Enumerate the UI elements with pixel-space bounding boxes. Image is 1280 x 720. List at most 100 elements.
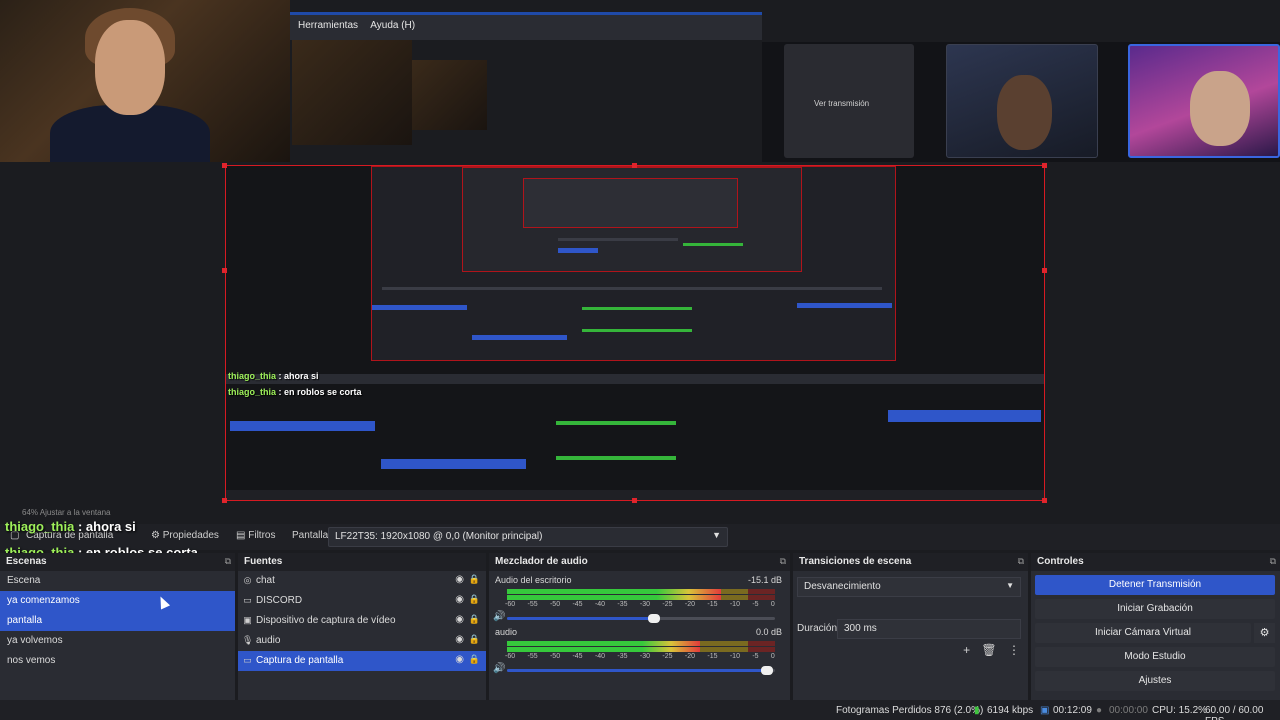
nested-webcam-feed xyxy=(292,40,412,145)
participant-silhouette xyxy=(1190,71,1250,146)
more-menu-icon[interactable]: ⋮ xyxy=(1008,643,1020,657)
slider-knob[interactable] xyxy=(760,666,773,675)
eye-icon[interactable]: ◉ xyxy=(455,634,464,645)
display-label: Pantalla xyxy=(292,530,329,541)
eye-icon[interactable]: ◉ xyxy=(455,654,464,665)
tick-label: -35 xyxy=(617,601,628,608)
eye-icon[interactable]: ◉ xyxy=(455,574,464,585)
stop-stream-button[interactable]: Detener Transmisión xyxy=(1035,575,1275,595)
duration-input[interactable]: 300 ms xyxy=(837,619,1021,639)
tick-label: -25 xyxy=(662,601,673,608)
eye-icon[interactable]: ◉ xyxy=(455,614,464,625)
lock-icon[interactable]: 🔒 xyxy=(469,614,480,625)
tick-label: -60 xyxy=(505,601,516,608)
lock-icon[interactable]: 🔒 xyxy=(469,574,480,585)
trash-icon[interactable]: 🗑 xyxy=(981,643,996,657)
view-stream-label[interactable]: Ver transmisión xyxy=(814,99,869,108)
slider-knob[interactable] xyxy=(648,614,661,623)
tick-label: -60 xyxy=(505,653,516,660)
nested-webcam-feed-small xyxy=(412,60,487,130)
scene-item[interactable]: Escena xyxy=(0,571,235,591)
controls-dock: Controles ⧉ Detener Transmisión Iniciar … xyxy=(1031,553,1280,720)
tick-label: -40 xyxy=(594,601,606,608)
audio-meter xyxy=(507,641,775,646)
meter-ticks: -60 -55 -50 -45 -40 -35 -30 -25 -20 -15 -10 -5 0 xyxy=(505,601,775,608)
transition-select[interactable]: Desvanecimiento ▼ xyxy=(797,577,1021,597)
source-item[interactable]: ▣ Dispositivo de captura de vídeo ◉ 🔒 xyxy=(238,611,486,631)
nested-obs-window-2 xyxy=(462,167,802,272)
transitions-toolbar: + 🗑 ⋮ xyxy=(955,643,1020,657)
tick-label: -25 xyxy=(662,653,673,660)
controls-body: Detener Transmisión Iniciar Grabación In… xyxy=(1031,571,1280,720)
tick-label: -5 xyxy=(752,601,759,608)
undock-icon[interactable]: ⧉ xyxy=(780,556,786,567)
filters-button[interactable]: ▤ Filtros xyxy=(230,527,281,547)
scene-item[interactable]: nos vemos xyxy=(0,651,235,671)
resize-handle[interactable] xyxy=(632,163,637,168)
dock-title: Transiciones de escena ⧉ xyxy=(793,553,1028,571)
menu-item-help: Ayuda (H) xyxy=(370,20,416,31)
person-face xyxy=(95,20,165,115)
source-item[interactable]: ◎ chat ◉ 🔒 xyxy=(238,571,486,591)
speaker-icon[interactable]: 🔊 xyxy=(493,611,505,622)
eye-icon[interactable]: ◉ xyxy=(455,594,464,605)
dock-title: Controles ⧉ xyxy=(1031,553,1280,571)
source-item[interactable]: ▭ Captura de pantalla ◉ 🔒 xyxy=(238,651,486,671)
dock-title: Escenas ⧉ xyxy=(0,553,235,571)
speaker-icon[interactable]: 🔊 xyxy=(493,663,505,674)
resize-handle[interactable] xyxy=(632,498,637,503)
tick-label: -45 xyxy=(572,653,583,660)
nested-obs-window xyxy=(371,166,896,361)
undock-icon[interactable]: ⧉ xyxy=(1270,556,1276,567)
scene-item[interactable]: ya comenzamos xyxy=(0,591,235,611)
settings-button[interactable]: Ajustes xyxy=(1035,671,1275,691)
display-select[interactable]: LF22T35: 1920x1080 @ 0,0 (Monitor princi… xyxy=(328,527,728,547)
audio-meter xyxy=(507,647,775,652)
lock-icon[interactable]: 🔒 xyxy=(469,634,480,645)
gear-icon[interactable]: ⚙ xyxy=(1254,623,1275,643)
tick-label: -45 xyxy=(572,601,583,608)
tick-label: -50 xyxy=(549,653,561,660)
nested-menu-bar: Herramientas Ayuda (H) xyxy=(290,12,762,40)
cpu-usage: CPU: 15.2% xyxy=(1152,705,1208,716)
studio-mode-button[interactable]: Modo Estudio xyxy=(1035,647,1275,667)
audio-meter xyxy=(507,589,775,594)
source-item[interactable]: ▭ DISCORD ◉ 🔒 xyxy=(238,591,486,611)
discord-tile-user[interactable] xyxy=(946,44,1098,158)
lock-icon[interactable]: 🔒 xyxy=(469,654,480,665)
tick-label: -55 xyxy=(527,601,538,608)
bitrate: 6194 kbps xyxy=(987,705,1034,716)
tick-label: -40 xyxy=(594,653,606,660)
discord-tile-stream[interactable]: Ver transmisión xyxy=(784,44,914,158)
scene-canvas-frame[interactable] xyxy=(225,165,1045,501)
undock-icon[interactable]: ⧉ xyxy=(225,556,231,567)
resize-handle[interactable] xyxy=(1042,498,1047,503)
monitor-icon: ▭ xyxy=(243,655,252,665)
scene-item[interactable]: pantalla xyxy=(0,611,235,631)
volume-slider[interactable] xyxy=(507,666,775,675)
resize-handle[interactable] xyxy=(1042,163,1047,168)
menu-item-tools: Herramientas xyxy=(298,20,359,31)
start-recording-button[interactable]: Iniciar Grabación xyxy=(1035,599,1275,619)
tick-label: -30 xyxy=(639,601,651,608)
sources-dock: Fuentes ◎ chat ◉ 🔒 ▭ DISCORD ◉ 🔒 ▣ Dispo… xyxy=(238,553,486,720)
chevron-down-icon: ▼ xyxy=(712,530,721,540)
resize-handle[interactable] xyxy=(222,163,227,168)
track-name: audio xyxy=(495,627,518,637)
start-virtual-camera-button[interactable]: Iniciar Cámara Virtual xyxy=(1035,623,1251,643)
track-db: -15.1 dB xyxy=(747,575,782,585)
preview-canvas[interactable]: Herramientas Ayuda (H) Ver transmisión t… xyxy=(0,0,1280,505)
resize-handle[interactable] xyxy=(222,498,227,503)
add-icon[interactable]: + xyxy=(963,643,970,657)
scene-item[interactable]: ya volvemos xyxy=(0,631,235,651)
undock-icon[interactable]: ⧉ xyxy=(1018,556,1024,567)
resize-handle[interactable] xyxy=(222,268,227,273)
meter-ticks: -60 -55 -50 -45 -40 -35 -30 -25 -20 -15 -10 -5 0 xyxy=(505,653,775,660)
source-item[interactable]: 🎙 audio ◉ 🔒 xyxy=(238,631,486,651)
fps: 60.00 / 60.00 FPS xyxy=(1205,705,1264,720)
lock-icon[interactable]: 🔒 xyxy=(469,594,480,605)
resize-handle[interactable] xyxy=(1042,268,1047,273)
webcam-feed xyxy=(0,0,290,162)
volume-slider[interactable] xyxy=(507,614,775,623)
discord-tile-user-speaking[interactable] xyxy=(1128,44,1280,158)
